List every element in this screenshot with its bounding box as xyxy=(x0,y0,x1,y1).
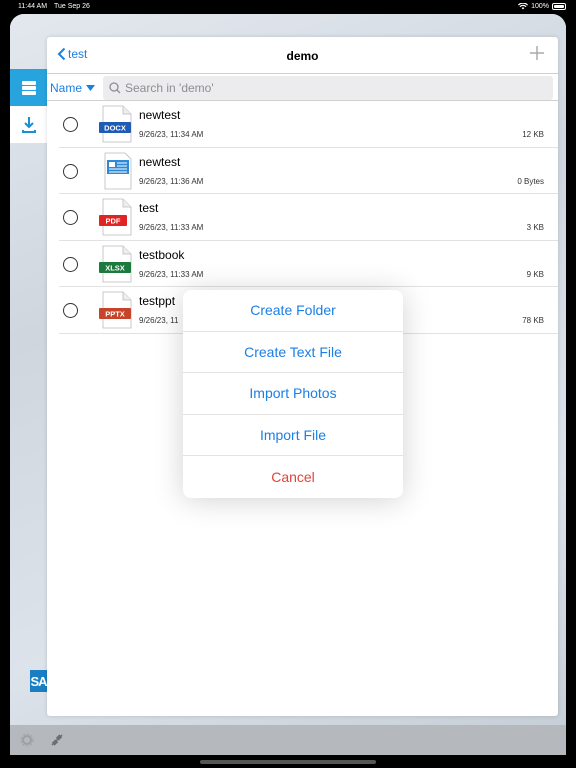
select-radio[interactable] xyxy=(63,303,78,318)
wifi-icon xyxy=(518,3,529,10)
file-date: 9/26/23, 11:33 AM xyxy=(139,269,204,279)
file-name: newtest xyxy=(139,154,181,169)
device-screen: 11:44 AM Tue Sep 26 100% SA test demo Na… xyxy=(0,0,576,768)
side-rail xyxy=(10,69,47,143)
caret-down-icon xyxy=(86,85,96,91)
select-radio[interactable] xyxy=(63,210,78,225)
rail-item-downloads[interactable] xyxy=(10,106,47,143)
import-file-button[interactable]: Import File xyxy=(183,415,403,457)
popover-arrow xyxy=(403,384,413,408)
select-radio[interactable] xyxy=(63,256,78,272)
file-name: newtest xyxy=(139,108,181,122)
select-radio[interactable] xyxy=(63,117,78,132)
text-file-icon xyxy=(104,152,132,189)
sap-logo-text: SA xyxy=(30,673,47,689)
sap-logo: SA xyxy=(30,670,48,692)
file-type-label: PDF xyxy=(106,217,121,226)
search-row: Name xyxy=(47,73,558,101)
docx-file-icon: DOCX xyxy=(99,105,132,143)
plus-icon[interactable] xyxy=(529,45,545,61)
status-date: Tue Sep 26 xyxy=(54,3,90,10)
select-radio[interactable] xyxy=(63,163,78,179)
file-size: 9 KB xyxy=(526,269,544,279)
file-name: testbook xyxy=(139,247,185,262)
rail-item-storage[interactable] xyxy=(10,69,47,106)
file-row[interactable]: XLSX testbook 9/26/23, 11:33 AM 9 KB xyxy=(59,241,558,287)
create-text-file-button[interactable]: Create Text File xyxy=(183,332,403,374)
file-type-label: PPTX xyxy=(105,310,125,319)
status-time: 11:44 AM xyxy=(18,3,48,10)
sort-label: Name xyxy=(50,81,83,95)
xlsx-file-icon: XLSX xyxy=(99,245,132,282)
pdf-file-icon: PDF xyxy=(99,198,132,236)
storage-icon xyxy=(21,80,36,95)
file-size: 12 KB xyxy=(522,130,544,139)
download-icon xyxy=(21,116,36,133)
search-input[interactable] xyxy=(125,81,545,95)
disconnect-icon[interactable] xyxy=(50,733,64,747)
home-indicator[interactable] xyxy=(200,760,376,764)
file-row[interactable]: newtest 9/26/23, 11:36 AM 0 Bytes xyxy=(59,148,558,194)
battery-percent: 100% xyxy=(531,3,549,10)
file-date: 9/26/23, 11:33 AM xyxy=(139,223,204,232)
settings-icon[interactable] xyxy=(20,733,34,747)
battery-icon xyxy=(552,3,566,10)
file-type-label: XLSX xyxy=(105,263,125,272)
nav-bar: test demo xyxy=(47,37,558,72)
create-folder-button[interactable]: Create Folder xyxy=(183,290,403,332)
search-box[interactable] xyxy=(103,76,553,100)
status-bar: 11:44 AM Tue Sep 26 100% xyxy=(0,0,576,14)
sort-button[interactable]: Name xyxy=(50,81,96,95)
status-right: 100% xyxy=(518,3,566,10)
pptx-file-icon: PPTX xyxy=(99,291,132,329)
bottom-toolbar xyxy=(10,725,566,755)
file-row[interactable]: DOCX newtest 9/26/23, 11:34 AM 12 KB xyxy=(59,101,558,148)
file-name: test xyxy=(139,201,159,215)
file-size: 3 KB xyxy=(526,223,544,232)
import-photos-button[interactable]: Import Photos xyxy=(183,373,403,415)
file-name: testppt xyxy=(139,294,176,308)
page-title: demo xyxy=(286,49,319,63)
file-row[interactable]: PDF test 9/26/23, 11:33 AM 3 KB xyxy=(59,194,558,241)
file-type-label: DOCX xyxy=(104,124,126,133)
file-date: 9/26/23, 11:36 AM xyxy=(139,176,204,186)
file-date: 9/26/23, 11 xyxy=(139,316,179,325)
file-size: 0 Bytes xyxy=(517,176,544,186)
add-menu-popover: Create Folder Create Text File Import Ph… xyxy=(183,290,403,498)
cancel-button[interactable]: Cancel xyxy=(183,456,403,498)
search-icon xyxy=(109,82,121,94)
file-size: 78 KB xyxy=(522,316,544,325)
file-date: 9/26/23, 11:34 AM xyxy=(139,130,204,139)
